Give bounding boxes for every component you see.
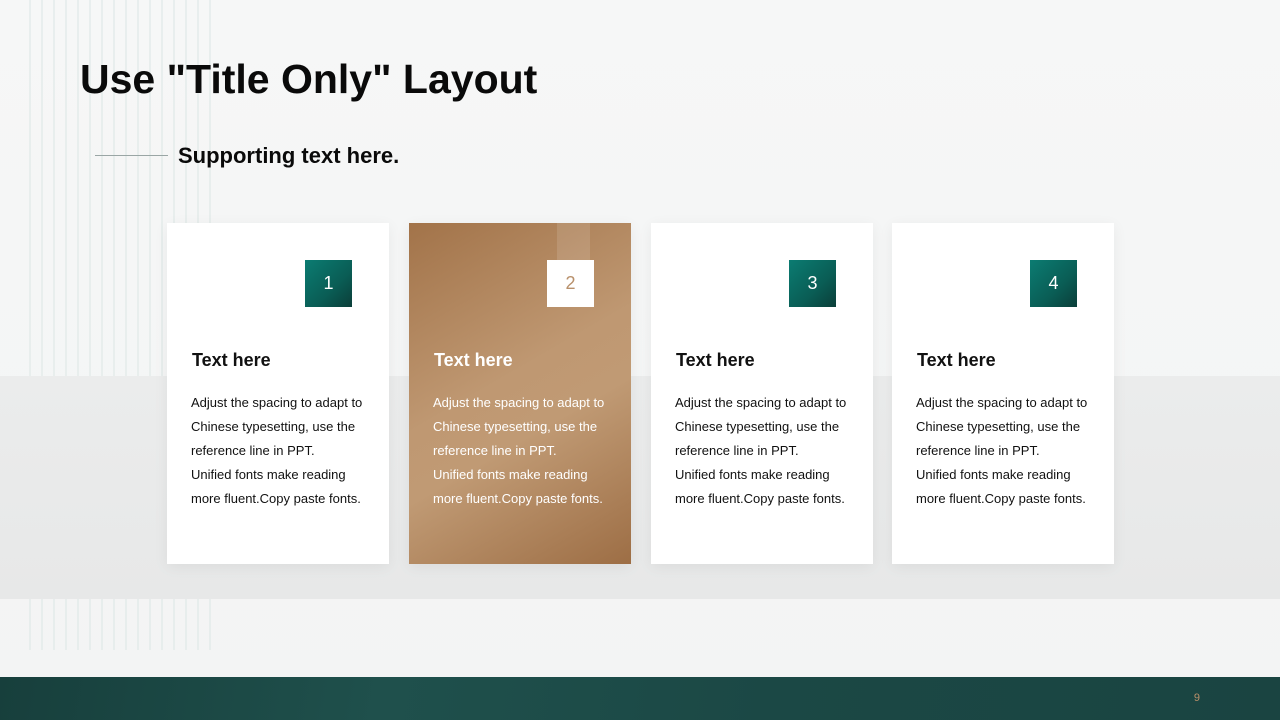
card-1: 1 Text here Adjust the spacing to adapt …: [167, 223, 389, 564]
card-body: Adjust the spacing to adapt to Chinese t…: [191, 391, 371, 511]
card-body-line: Chinese typesetting, use the: [191, 419, 356, 434]
slide-subtitle: Supporting text here.: [178, 143, 400, 168]
card-body: Adjust the spacing to adapt to Chinese t…: [916, 391, 1096, 511]
card-body-line: Unified fonts make reading: [191, 467, 346, 482]
card-body-line: Chinese typesetting, use the: [675, 419, 840, 434]
card-heading: Text here: [192, 350, 271, 370]
card-body-line: Unified fonts make reading: [433, 467, 588, 482]
card-body-line: more fluent.Copy paste fonts.: [191, 491, 361, 506]
card-body-line: Adjust the spacing to adapt to: [675, 395, 847, 410]
card-heading: Text here: [676, 350, 755, 370]
card-body-line: reference line in PPT.: [675, 443, 799, 458]
card-body-line: Unified fonts make reading: [675, 467, 830, 482]
footer-bar: [0, 677, 1280, 720]
card-body-line: Chinese typesetting, use the: [916, 419, 1081, 434]
card-heading: Text here: [434, 350, 513, 370]
card-body-line: reference line in PPT.: [191, 443, 315, 458]
card-body-line: Adjust the spacing to adapt to: [191, 395, 363, 410]
card-number-badge: 3: [789, 260, 836, 307]
card-body-line: more fluent.Copy paste fonts.: [433, 491, 603, 506]
card-body-line: more fluent.Copy paste fonts.: [675, 491, 845, 506]
card-2: 2 Text here Adjust the spacing to adapt …: [409, 223, 631, 564]
card-number-badge: 2: [547, 260, 594, 307]
card-body-line: more fluent.Copy paste fonts.: [916, 491, 1086, 506]
card-3: 3 Text here Adjust the spacing to adapt …: [651, 223, 873, 564]
card-body: Adjust the spacing to adapt to Chinese t…: [433, 391, 613, 511]
page-number: 9: [1193, 692, 1200, 704]
slide-title: Use "Title Only" Layout: [80, 56, 538, 102]
card-body-line: Chinese typesetting, use the: [433, 419, 598, 434]
subtitle-divider: [95, 155, 168, 156]
card-top-tab: [557, 223, 590, 263]
card-number-badge: 4: [1030, 260, 1077, 307]
card-4: 4 Text here Adjust the spacing to adapt …: [892, 223, 1114, 564]
slide: Use "Title Only" Layout Supporting text …: [0, 0, 1280, 720]
card-body-line: reference line in PPT.: [433, 443, 557, 458]
card-body-line: Unified fonts make reading: [916, 467, 1071, 482]
card-body-line: Adjust the spacing to adapt to: [433, 395, 605, 410]
card-number-badge: 1: [305, 260, 352, 307]
card-body-line: Adjust the spacing to adapt to: [916, 395, 1088, 410]
card-heading: Text here: [917, 350, 996, 370]
card-body: Adjust the spacing to adapt to Chinese t…: [675, 391, 855, 511]
card-body-line: reference line in PPT.: [916, 443, 1040, 458]
